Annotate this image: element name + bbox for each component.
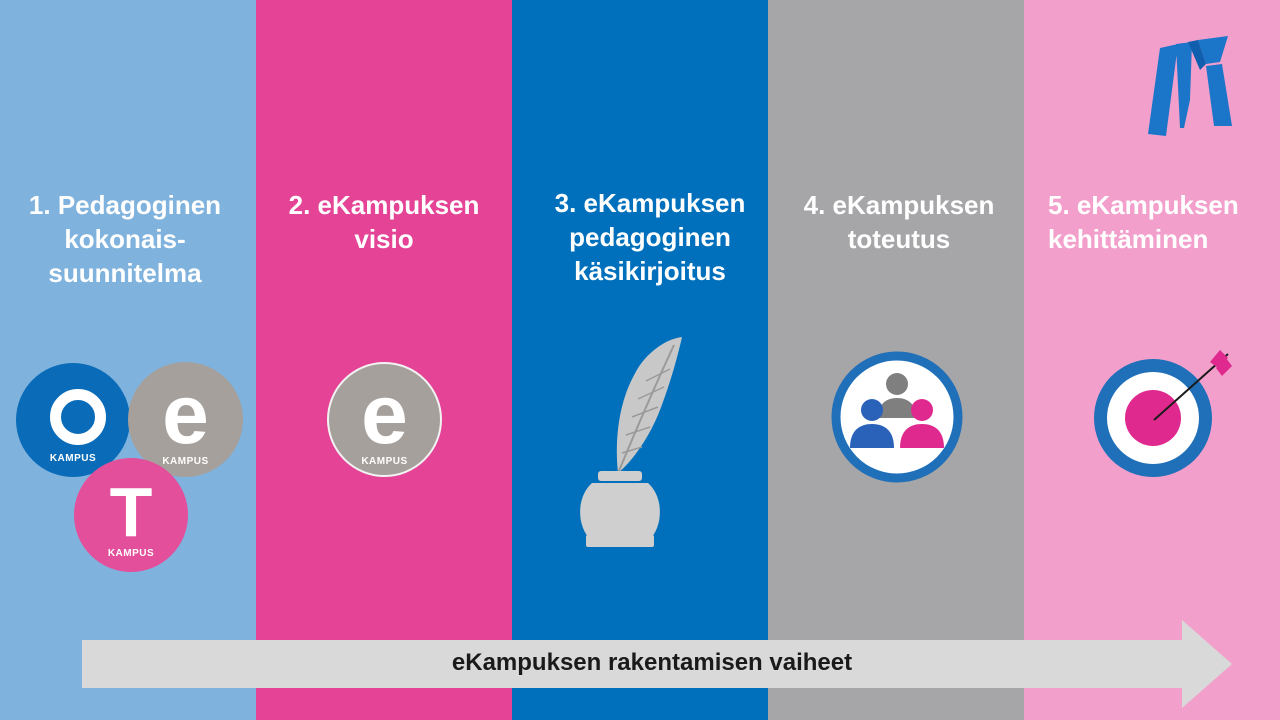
phase-5-title: 5. eKampuksen kehittäminen	[1048, 188, 1280, 256]
phase-4-title-line-1: 4. eKampuksen	[803, 190, 995, 220]
quill-and-inkwell-icon	[580, 337, 682, 547]
brand-logo-icon	[1148, 36, 1232, 136]
phase-4-title: 4. eKampuksen toteutus	[768, 188, 1030, 256]
target-arrow-icon	[1094, 350, 1232, 477]
t-kampus-badge: T KAMPUS	[74, 458, 188, 572]
o-kampus-ring-icon	[50, 389, 106, 445]
phase-1-title: 1. Pedagoginen kokonais- suunnitelma	[0, 188, 250, 290]
phase-1-title-line-3: suunnitelma	[48, 258, 202, 288]
t-kampus-label: KAMPUS	[107, 548, 155, 559]
phase-3-title-line-2: pedagoginen	[569, 222, 731, 252]
phase-3-title-line-3: käsikirjoitus	[574, 256, 726, 286]
e-kampus-letter-1: e	[162, 367, 209, 461]
phase-2-title: 2. eKampuksen visio	[256, 188, 512, 256]
phase-3-title-line-1: 3. eKampuksen	[554, 188, 746, 218]
phase-1-title-line-1: 1. Pedagoginen	[28, 190, 222, 220]
phase-4-title-line-2: toteutus	[847, 224, 951, 254]
phase-3-title: 3. eKampuksen pedagoginen käsikirjoitus	[512, 186, 788, 288]
e-kampus-label-2: KAMPUS	[361, 456, 408, 467]
e-kampus-badge-2: e KAMPUS	[327, 362, 442, 477]
phase-5-title-line-1: 5. eKampuksen	[1048, 190, 1239, 220]
phase-2-title-line-2: visio	[354, 224, 414, 254]
phase-1-column	[0, 0, 256, 720]
phases-arrow-label: eKampuksen rakentamisen vaiheet	[451, 649, 853, 676]
e-kampus-letter-2: e	[361, 367, 408, 461]
phase-1-title-line-2: kokonais-	[64, 224, 186, 254]
phase-5-title-line-2: kehittäminen	[1048, 224, 1209, 254]
t-kampus-letter: T	[109, 473, 153, 551]
phase-2-column	[256, 0, 512, 720]
team-people-icon	[831, 351, 963, 483]
phase-2-title-line-1: 2. eKampuksen	[288, 190, 480, 220]
